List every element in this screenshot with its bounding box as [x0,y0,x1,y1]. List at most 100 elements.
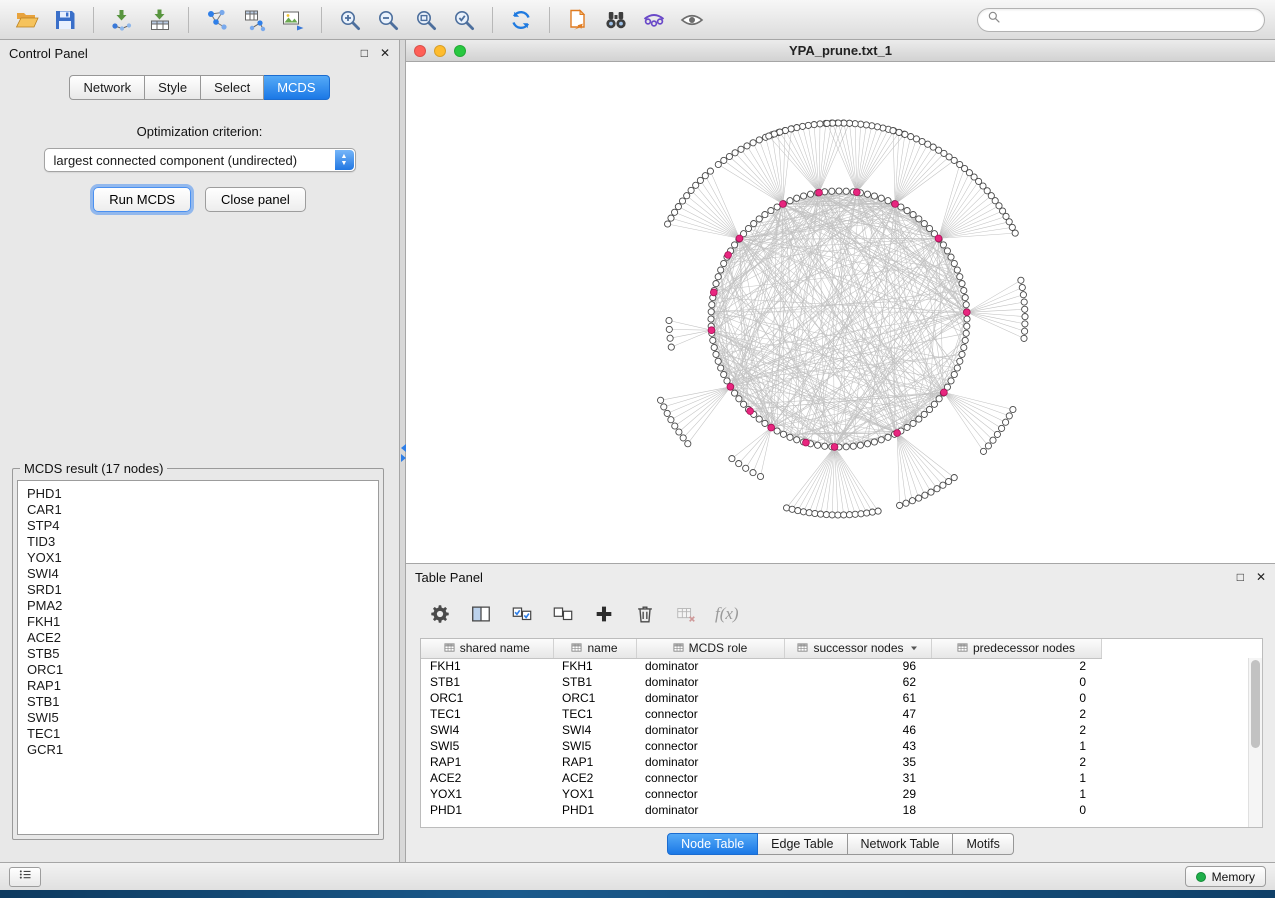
table-row[interactable]: FKH1FKH1dominator962 [421,658,1101,674]
scrollbar-thumb[interactable] [1251,660,1260,748]
table-row[interactable]: SWI5SWI5connector431 [421,738,1101,754]
folder-open-button[interactable] [10,5,44,35]
float-window-icon[interactable]: □ [1237,571,1244,583]
table-row[interactable]: PHD1PHD1dominator180 [421,802,1101,818]
close-panel-icon[interactable]: ✕ [380,47,390,59]
unselect-all-button[interactable] [551,602,575,626]
window-minimize-icon[interactable] [434,45,446,57]
mcds-result-item[interactable]: STB5 [27,646,369,662]
mcds-result-title: MCDS result (17 nodes) [20,461,167,476]
network-window-titlebar[interactable]: YPA_prune.txt_1 [406,40,1275,62]
panel-menu-button[interactable] [9,867,41,887]
save-button[interactable] [48,5,82,35]
import-network-button[interactable] [105,5,139,35]
show-columns-button[interactable] [469,602,493,626]
memory-button[interactable]: Memory [1185,866,1266,887]
mcds-result-item[interactable]: GCR1 [27,742,369,758]
table-cell: 1 [931,770,1101,786]
table-cell: 2 [931,722,1101,738]
share-document-button[interactable] [561,5,595,35]
mcds-result-item[interactable]: SRD1 [27,582,369,598]
search-box[interactable] [977,8,1265,32]
refresh-button[interactable] [504,5,538,35]
mcds-result-list[interactable]: PHD1CAR1STP4TID3YOX1SWI4SRD1PMA2FKH1ACE2… [17,480,379,835]
mcds-result-item[interactable]: ORC1 [27,662,369,678]
column-header-shared-name[interactable]: shared name [421,639,553,658]
import-table-button[interactable] [143,5,177,35]
close-panel-button[interactable]: Close panel [205,187,306,212]
zoom-in-button[interactable] [333,5,367,35]
tab-style[interactable]: Style [145,75,201,100]
mcds-result-item[interactable]: STP4 [27,518,369,534]
table-cell: 2 [931,706,1101,722]
table-cell: ACE2 [421,770,553,786]
table-cell: 1 [931,786,1101,802]
table-row[interactable]: ORC1ORC1dominator610 [421,690,1101,706]
mcds-result-item[interactable]: PHD1 [27,486,369,502]
mcds-result-item[interactable]: SWI5 [27,710,369,726]
node-table: shared namenameMCDS rolesuccessor nodesp… [421,639,1102,818]
table-row[interactable]: SWI4SWI4dominator462 [421,722,1101,738]
table-cell: PHD1 [553,802,636,818]
zoom-fit-button[interactable] [409,5,443,35]
table-cell: 0 [931,674,1101,690]
table-scrollbar[interactable] [1248,658,1262,827]
zoom-selected-button[interactable] [447,5,481,35]
new-network-icon [205,8,229,32]
glasses-button[interactable] [637,5,671,35]
zoom-out-button[interactable] [371,5,405,35]
select-all-button[interactable] [510,602,534,626]
binoculars-button[interactable] [599,5,633,35]
table-cell: 43 [784,738,931,754]
tab-node-table[interactable]: Node Table [667,833,758,855]
mcds-result-item[interactable]: ACE2 [27,630,369,646]
column-header-successor-nodes[interactable]: successor nodes [784,639,931,658]
mcds-result-item[interactable]: PMA2 [27,598,369,614]
table-row[interactable]: YOX1YOX1connector291 [421,786,1101,802]
close-panel-icon[interactable]: ✕ [1256,571,1266,583]
table-row[interactable]: ACE2ACE2connector311 [421,770,1101,786]
table-row[interactable]: TEC1TEC1connector472 [421,706,1101,722]
table-cell: 31 [784,770,931,786]
tab-mcds[interactable]: MCDS [264,75,329,100]
tab-edge-table[interactable]: Edge Table [758,833,847,855]
window-zoom-icon[interactable] [454,45,466,57]
mcds-result-item[interactable]: YOX1 [27,550,369,566]
table-row[interactable]: STB1STB1dominator620 [421,674,1101,690]
export-image-button[interactable] [276,5,310,35]
table-cell: ACE2 [553,770,636,786]
eye-button[interactable] [675,5,709,35]
import-table-icon [148,8,172,32]
mcds-result-item[interactable]: SWI4 [27,566,369,582]
mcds-result-item[interactable]: RAP1 [27,678,369,694]
mcds-result-item[interactable]: STB1 [27,694,369,710]
table-to-network-button[interactable] [238,5,272,35]
table-cell: 29 [784,786,931,802]
settings-gear-button[interactable] [428,602,452,626]
tab-network[interactable]: Network [69,75,145,100]
mcds-result-item[interactable]: TEC1 [27,726,369,742]
mcds-result-item[interactable]: TID3 [27,534,369,550]
window-close-icon[interactable] [414,45,426,57]
column-header-MCDS-role[interactable]: MCDS role [636,639,784,658]
column-header-predecessor-nodes[interactable]: predecessor nodes [931,639,1101,658]
table-cell: 47 [784,706,931,722]
network-canvas[interactable] [406,62,1275,563]
new-network-button[interactable] [200,5,234,35]
search-input[interactable] [1007,13,1255,27]
delete-column-button[interactable] [633,602,657,626]
tab-network-table[interactable]: Network Table [848,833,954,855]
run-mcds-button[interactable]: Run MCDS [93,187,191,212]
network-graph[interactable] [406,62,1275,563]
float-window-icon[interactable]: □ [361,47,368,59]
table-row[interactable]: RAP1RAP1dominator352 [421,754,1101,770]
criterion-dropdown[interactable]: largest connected component (undirected)… [44,148,356,172]
add-column-button[interactable] [592,602,616,626]
mcds-result-item[interactable]: FKH1 [27,614,369,630]
dropdown-stepper-icon: ▲▼ [335,150,354,170]
column-header-name[interactable]: name [553,639,636,658]
tab-select[interactable]: Select [201,75,264,100]
table-cell: PHD1 [421,802,553,818]
tab-motifs[interactable]: Motifs [953,833,1013,855]
mcds-result-item[interactable]: CAR1 [27,502,369,518]
